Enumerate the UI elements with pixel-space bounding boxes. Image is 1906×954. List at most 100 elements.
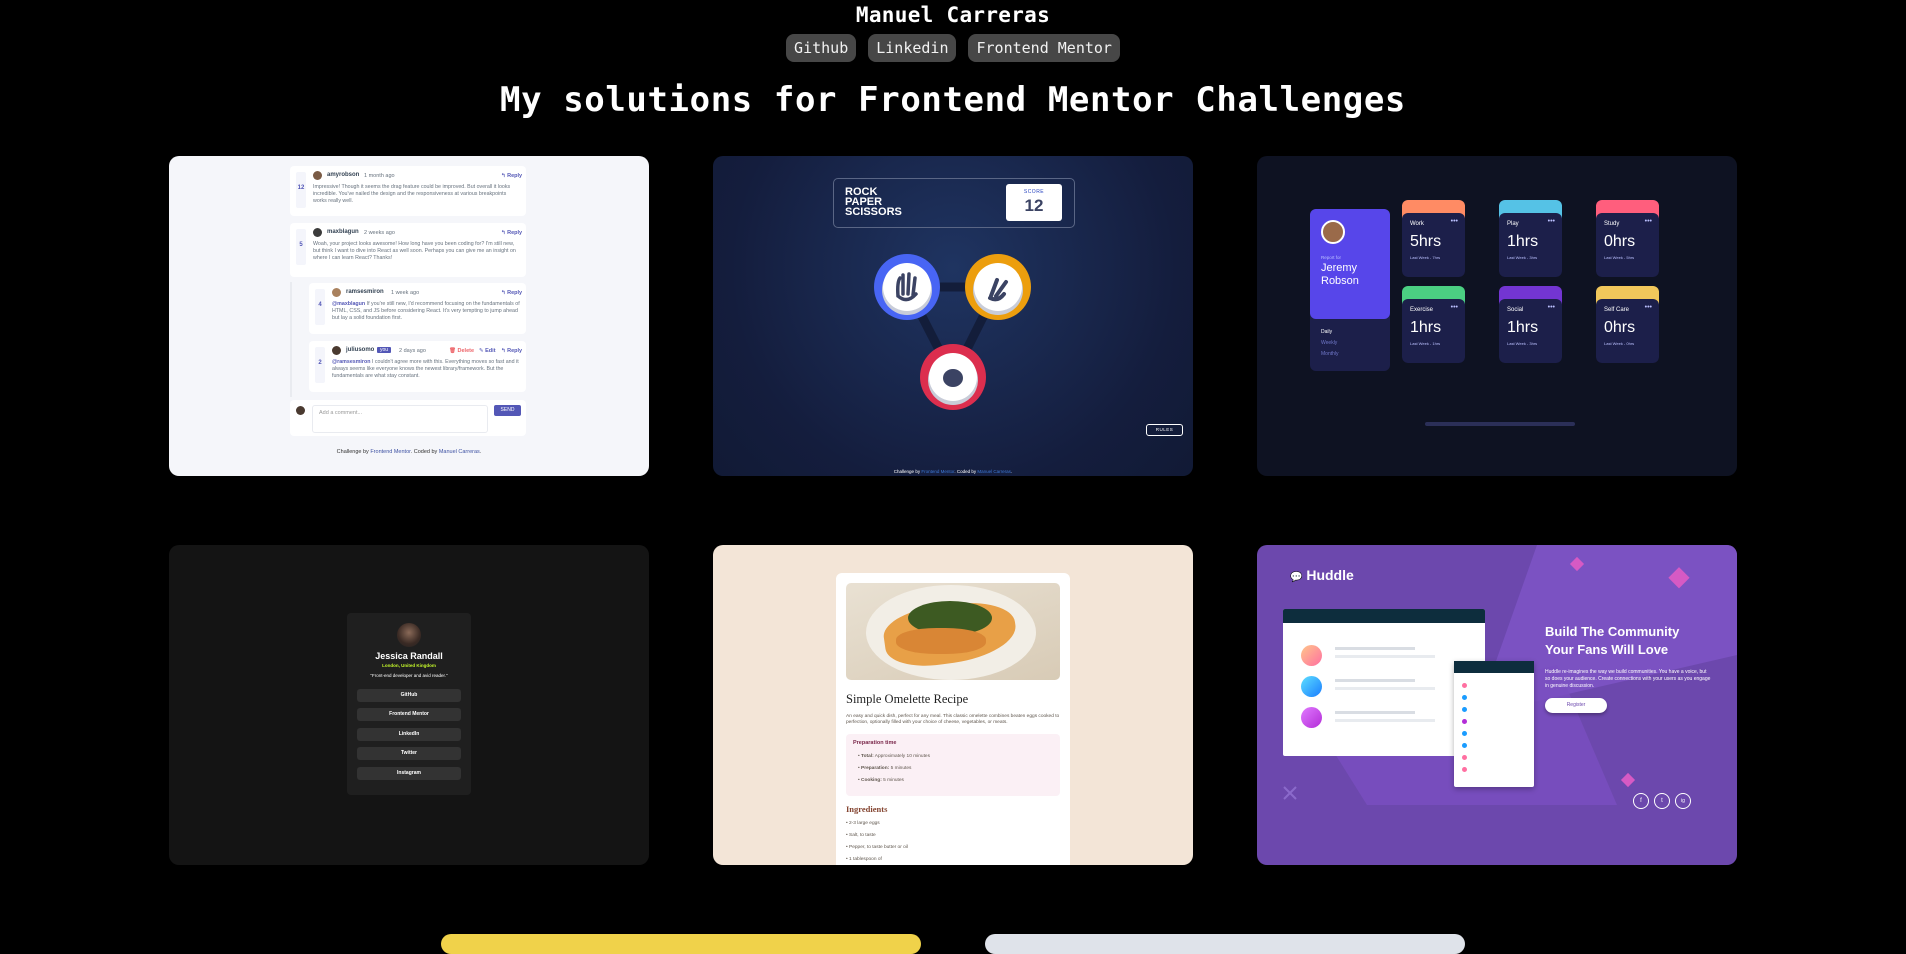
ellipsis-icon[interactable]: ••• bbox=[1548, 304, 1555, 311]
reply-thread-line bbox=[290, 282, 292, 397]
recipe-intro: An easy and quick dish, perfect for any … bbox=[846, 714, 1060, 725]
send-button[interactable]: SEND bbox=[494, 405, 521, 416]
comment-username: maxblagun bbox=[327, 229, 359, 235]
project-card-partial-1[interactable] bbox=[441, 934, 921, 954]
author-name: Manuel Carreras bbox=[855, 3, 1051, 27]
ellipsis-icon[interactable]: ••• bbox=[1645, 218, 1652, 225]
fm-link[interactable]: Frontend Mentor bbox=[370, 449, 410, 455]
instagram-button[interactable]: Instagram bbox=[357, 767, 461, 780]
tile-label: Social bbox=[1507, 307, 1524, 313]
author-link[interactable]: Manuel Carreras bbox=[439, 449, 480, 455]
comment-4: 2 juliusomo you 2 days ago 🗑 Delete ✎ Ed… bbox=[309, 341, 526, 392]
tile-body: Social ••• 1hrs Last Week - 3hrs bbox=[1499, 299, 1562, 363]
avatar bbox=[397, 623, 421, 647]
tile-body: Work ••• 5hrs Last Week - 7hrs bbox=[1402, 213, 1465, 277]
period-weekly[interactable]: Weekly bbox=[1321, 340, 1337, 346]
fm-link[interactable]: Frontend Mentor bbox=[921, 469, 954, 474]
vote-control[interactable]: 4 bbox=[315, 289, 325, 325]
avatar bbox=[1321, 220, 1345, 244]
linkedin-button[interactable]: LinkedIn bbox=[357, 728, 461, 741]
game-board bbox=[874, 254, 1031, 410]
tile-label: Self Care bbox=[1604, 307, 1630, 313]
project-card-comments[interactable]: 12 amyrobson 1 month ago ↰ Reply Impress… bbox=[169, 156, 649, 476]
ellipsis-icon[interactable]: ••• bbox=[1645, 304, 1652, 311]
period-monthly[interactable]: Monthly bbox=[1321, 351, 1339, 357]
tile-last-week: Last Week - 7hrs bbox=[1410, 255, 1441, 260]
tracker-tile[interactable]: Exercise ••• 1hrs Last Week - 1hrs bbox=[1402, 286, 1465, 363]
tile-body: Self Care ••• 0hrs Last Week - 0hrs bbox=[1596, 299, 1659, 363]
tracker-tile[interactable]: Work ••• 5hrs Last Week - 7hrs bbox=[1402, 200, 1465, 277]
period-daily[interactable]: Daily bbox=[1321, 329, 1332, 335]
frontend-mentor-button[interactable]: Frontend Mentor bbox=[357, 708, 461, 721]
comment-3: 4 ramsesmiron 1 week ago ↰ Reply @maxbla… bbox=[309, 283, 526, 334]
tile-value: 1hrs bbox=[1507, 319, 1539, 336]
project-card-partial-2[interactable] bbox=[985, 934, 1465, 954]
avatar bbox=[332, 346, 341, 355]
instagram-icon[interactable]: ig bbox=[1675, 793, 1691, 809]
tile-label: Exercise bbox=[1410, 307, 1434, 313]
linkedin-link[interactable]: Linkedin bbox=[868, 34, 957, 62]
tracker-footer bbox=[1425, 422, 1575, 426]
vote-control[interactable]: 5 bbox=[296, 229, 306, 265]
facebook-icon[interactable]: f bbox=[1633, 793, 1649, 809]
comment-time: 2 weeks ago bbox=[364, 229, 395, 236]
github-link[interactable]: Github bbox=[786, 34, 857, 62]
project-card-recipe[interactable]: Simple Omelette Recipe An easy and quick… bbox=[713, 545, 1193, 865]
delete-button[interactable]: 🗑 Delete bbox=[449, 348, 474, 354]
project-card-rock-paper-scissors[interactable]: ROCK PAPER SCISSORS SCORE 12 RULES Chall… bbox=[713, 156, 1193, 476]
twitter-button[interactable]: Twitter bbox=[357, 747, 461, 760]
vote-control[interactable]: 2 bbox=[315, 347, 325, 383]
first-name: Jeremy bbox=[1321, 262, 1358, 274]
page-title: My solutions for Frontend Mentor Challen… bbox=[500, 80, 1406, 120]
scissors-button[interactable] bbox=[965, 254, 1031, 320]
comment-2: 5 maxblagun 2 weeks ago ↰ Reply Woah, yo… bbox=[290, 223, 526, 277]
rock-button[interactable] bbox=[920, 344, 986, 410]
avatar bbox=[313, 171, 322, 180]
twitter-icon[interactable]: t bbox=[1654, 793, 1670, 809]
comment-1: 12 amyrobson 1 month ago ↰ Reply Impress… bbox=[290, 166, 526, 216]
reply-button[interactable]: ↰ Reply bbox=[501, 348, 522, 354]
github-button[interactable]: GitHub bbox=[357, 689, 461, 702]
avatar bbox=[296, 406, 305, 415]
project-card-huddle[interactable]: 💬 Huddle Build The Community Your Fans Wi… bbox=[1257, 545, 1737, 865]
profile-panel: Jessica Randall London, United Kingdom "… bbox=[347, 613, 471, 795]
rules-button[interactable]: RULES bbox=[1146, 424, 1183, 436]
comment-text: Woah, your project looks awesome! How lo… bbox=[313, 241, 516, 261]
tile-label: Work bbox=[1410, 221, 1424, 227]
paper-button[interactable] bbox=[874, 254, 940, 320]
challenge-footer: Challenge by Frontend Mentor. Coded by M… bbox=[893, 469, 1013, 474]
vote-control[interactable]: 12 bbox=[296, 172, 306, 208]
phone-mockup bbox=[1454, 661, 1534, 787]
reply-button[interactable]: ↰ Reply bbox=[501, 290, 522, 296]
prep-time-box: Preparation time • Total: Approximately … bbox=[846, 734, 1060, 796]
frontend-mentor-link[interactable]: Frontend Mentor bbox=[968, 34, 1120, 62]
tile-value: 1hrs bbox=[1410, 319, 1442, 336]
tracker-tile[interactable]: Play ••• 1hrs Last Week - 3hrs bbox=[1499, 200, 1562, 277]
tracker-tile[interactable]: Self Care ••• 0hrs Last Week - 0hrs bbox=[1596, 286, 1659, 363]
comment-textarea[interactable]: Add a comment... bbox=[312, 405, 488, 433]
profile-panel: Report for Jeremy Robson Daily Weekly Mo… bbox=[1310, 209, 1390, 371]
profile-bio: "Front-end developer and avid reader." bbox=[370, 673, 448, 678]
ellipsis-icon[interactable]: ••• bbox=[1451, 304, 1458, 311]
mention: @ramsesmiron bbox=[332, 359, 371, 365]
reply-button[interactable]: ↰ Reply bbox=[501, 173, 522, 179]
comment-time: 1 month ago bbox=[364, 172, 395, 179]
project-card-links-profile[interactable]: Jessica Randall London, United Kingdom "… bbox=[169, 545, 649, 865]
tile-last-week: Last Week - 0hrs bbox=[1604, 341, 1635, 346]
register-button[interactable]: Register bbox=[1545, 698, 1607, 713]
author-link[interactable]: Manuel Carreras bbox=[977, 469, 1011, 474]
chat-bubble-icon: 💬 bbox=[1290, 572, 1303, 583]
project-card-time-tracker[interactable]: Report for Jeremy Robson Daily Weekly Mo… bbox=[1257, 156, 1737, 476]
tile-value: 1hrs bbox=[1507, 233, 1539, 250]
recipe-panel: Simple Omelette Recipe An easy and quick… bbox=[836, 573, 1070, 865]
tile-value: 0hrs bbox=[1604, 233, 1636, 250]
tile-last-week: Last Week - 3hrs bbox=[1507, 341, 1538, 346]
tracker-tile[interactable]: Social ••• 1hrs Last Week - 3hrs bbox=[1499, 286, 1562, 363]
comment-username: juliusomo bbox=[346, 347, 375, 353]
tracker-tile[interactable]: Study ••• 0hrs Last Week - 5hrs bbox=[1596, 200, 1659, 277]
add-comment-box: Add a comment... SEND bbox=[290, 400, 526, 436]
ellipsis-icon[interactable]: ••• bbox=[1548, 218, 1555, 225]
edit-button[interactable]: ✎ Edit bbox=[479, 348, 496, 354]
ellipsis-icon[interactable]: ••• bbox=[1451, 218, 1458, 225]
reply-button[interactable]: ↰ Reply bbox=[501, 230, 522, 236]
